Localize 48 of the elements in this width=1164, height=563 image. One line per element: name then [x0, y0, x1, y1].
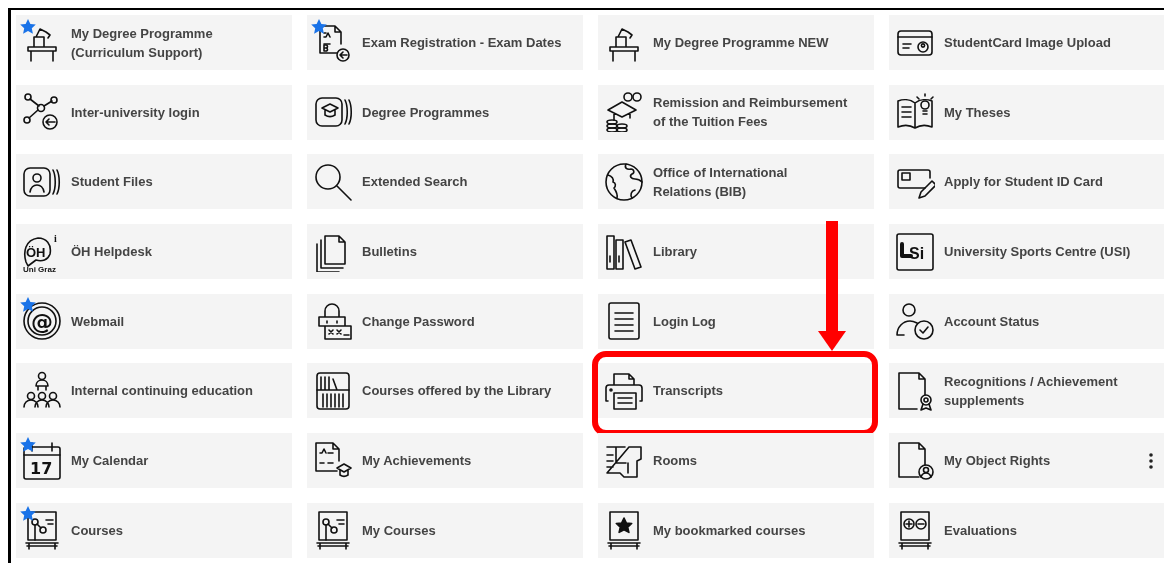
- service-tile[interactable]: Internal continuing education: [16, 363, 292, 419]
- document-person-icon: [895, 440, 935, 481]
- service-tile[interactable]: Library: [598, 224, 874, 280]
- certificate-icon: [895, 370, 935, 411]
- service-tile[interactable]: @ Webmail: [16, 293, 292, 349]
- board-desk-icon: [313, 510, 353, 551]
- group-icon: [22, 370, 62, 411]
- cap-coins-icon: [604, 92, 644, 133]
- service-tile[interactable]: Si University Sports Centre (USI): [889, 224, 1164, 280]
- service-tile[interactable]: Account Status: [889, 293, 1164, 349]
- service-tile[interactable]: My Degree Programme (Curriculum Support): [16, 15, 292, 70]
- board-star-icon: [604, 510, 644, 551]
- service-tile[interactable]: StudentCard Image Upload: [889, 15, 1164, 70]
- service-tile[interactable]: My Courses: [307, 502, 583, 558]
- service-tile[interactable]: Extended Search: [307, 154, 583, 210]
- service-tile[interactable]: My Theses: [889, 84, 1164, 140]
- board-plus-minus-icon: [895, 510, 935, 551]
- sports-logo: Si: [895, 231, 935, 272]
- person-check-icon: [895, 301, 935, 342]
- service-tile[interactable]: My bookmarked courses: [598, 502, 874, 558]
- service-tile[interactable]: Degree Programmes: [307, 84, 583, 140]
- service-tile[interactable]: Login Log: [598, 293, 874, 349]
- service-tile[interactable]: Office of International Relations (BIB): [598, 154, 874, 210]
- service-tile[interactable]: Inter-university login: [16, 84, 292, 140]
- service-tile[interactable]: Student Files: [16, 154, 292, 210]
- at-sign-icon: @: [22, 301, 62, 342]
- service-tile[interactable]: My Object Rights: [889, 433, 1164, 489]
- service-tile[interactable]: Transcripts: [598, 363, 874, 419]
- printer-icon: [604, 370, 644, 411]
- more-options-icon[interactable]: [1149, 452, 1153, 469]
- service-tile[interactable]: Change Password: [307, 293, 583, 349]
- search-icon: [313, 161, 353, 202]
- service-tile[interactable]: Courses: [16, 502, 292, 558]
- service-tile[interactable]: Exam Registration - Exam Dates: [307, 15, 583, 70]
- service-tile[interactable]: Rooms: [598, 433, 874, 489]
- service-tile[interactable]: Apply for Student ID Card: [889, 154, 1164, 210]
- service-tile[interactable]: My Achievements: [307, 433, 583, 489]
- service-tile[interactable]: Recognitions / Achievement supplements: [889, 363, 1164, 419]
- bookshelf-icon: [313, 370, 353, 411]
- service-tile[interactable]: Evaluations: [889, 502, 1164, 558]
- service-tile[interactable]: Remission and Reimbursement of the Tuition Fees: [598, 84, 874, 140]
- service-tile[interactable]: My Degree Programme NEW: [598, 15, 874, 70]
- globe-icon: [604, 161, 644, 202]
- service-tile[interactable]: Bulletins: [307, 224, 583, 280]
- board-desk-icon: [22, 510, 62, 551]
- service-tile[interactable]: 17 My Calendar: [16, 433, 292, 489]
- service-tile[interactable]: Courses offered by the Library: [307, 363, 583, 419]
- service-tile[interactable]: ÖH i Uni Graz ÖH Helpdesk: [16, 224, 292, 280]
